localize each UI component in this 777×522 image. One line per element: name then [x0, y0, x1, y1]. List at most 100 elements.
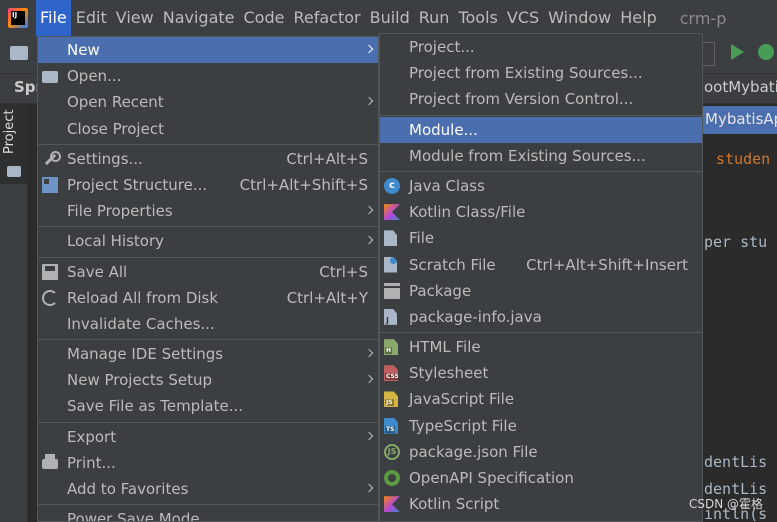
javascript-file-icon: JS — [384, 391, 398, 408]
new-project-from-vcs[interactable]: Project from Version Control... — [380, 86, 702, 112]
file-menu: New Open... Open Recent Close Project Se… — [37, 36, 379, 522]
open-folder-icon[interactable] — [10, 46, 28, 60]
new-javascript-file[interactable]: JS JavaScript File — [380, 386, 702, 412]
openapi-icon — [384, 470, 400, 486]
new-file[interactable]: File — [380, 225, 702, 251]
project-structure-icon — [42, 176, 58, 193]
new-project-from-existing-sources[interactable]: Project from Existing Sources... — [380, 60, 702, 86]
file-menu-close-project[interactable]: Close Project — [38, 116, 378, 142]
file-menu-print[interactable]: Print... — [38, 450, 378, 476]
menu-edit[interactable]: Edit — [72, 0, 111, 36]
new-scratch-file[interactable]: Scratch File Ctrl+Alt+Shift+Insert — [380, 252, 702, 278]
editor-tab-active[interactable]: MybatisAp — [703, 106, 777, 134]
window-title: crm-p — [679, 8, 727, 28]
typescript-file-icon: TS — [384, 417, 398, 434]
file-menu-new-projects-setup[interactable]: New Projects Setup — [38, 367, 378, 393]
menu-vcs[interactable]: VCS — [503, 0, 543, 36]
new-package[interactable]: Package — [380, 278, 702, 304]
kotlin-icon — [384, 204, 400, 221]
menu-help[interactable]: Help — [616, 0, 660, 36]
editor-tab-label: MybatisAp — [705, 110, 777, 128]
java-class-icon: c — [384, 177, 400, 194]
new-package-info[interactable]: package-info.java — [380, 304, 702, 330]
menu-bar: IJ File Edit View Navigate Code Refactor… — [0, 0, 777, 36]
new-module[interactable]: Module... — [380, 116, 702, 143]
file-menu-file-properties[interactable]: File Properties — [38, 198, 378, 224]
project-folder-icon — [7, 166, 21, 177]
submenu-arrow-icon — [364, 375, 374, 384]
submenu-arrow-icon — [364, 431, 374, 440]
new-openapi-specification[interactable]: OpenAPI Specification — [380, 465, 702, 491]
file-menu-manage-ide-settings[interactable]: Manage IDE Settings — [38, 341, 378, 367]
wrench-icon — [42, 150, 61, 167]
file-menu-settings[interactable]: Settings... Ctrl+Alt+S — [38, 146, 378, 172]
file-menu-power-save-mode[interactable]: Power Save Mode — [38, 506, 378, 521]
menu-separator — [38, 256, 378, 258]
file-menu-save-as-template[interactable]: Save File as Template... — [38, 393, 378, 419]
watermark: CSDN @霍格 — [688, 497, 763, 511]
file-menu-save-all[interactable]: Save All Ctrl+S — [38, 259, 378, 285]
menu-separator — [380, 114, 702, 116]
html-file-icon: H — [384, 339, 398, 356]
intellij-logo-icon: IJ — [8, 8, 28, 28]
menu-separator — [38, 421, 378, 423]
new-html-file[interactable]: H HTML File — [380, 334, 702, 360]
file-menu-invalidate-caches[interactable]: Invalidate Caches... — [38, 311, 378, 337]
submenu-arrow-icon — [364, 348, 374, 358]
menu-run[interactable]: Run — [415, 0, 454, 36]
file-menu-project-structure[interactable]: Project Structure... Ctrl+Alt+Shift+S — [38, 172, 378, 198]
submenu-arrow-icon — [364, 97, 374, 106]
file-menu-reload[interactable]: Reload All from Disk Ctrl+Alt+Y — [38, 285, 378, 311]
new-project[interactable]: Project... — [380, 34, 702, 60]
code-line: dentLis — [704, 453, 768, 471]
new-kotlin-class[interactable]: Kotlin Class/File — [380, 199, 702, 225]
kotlin-script-icon — [384, 496, 400, 513]
project-tool-tab-label: Project — [2, 109, 17, 154]
menu-view[interactable]: View — [112, 0, 158, 36]
file-menu-local-history[interactable]: Local History — [38, 228, 378, 254]
menu-refactor[interactable]: Refactor — [289, 0, 364, 36]
submenu-arrow-icon — [364, 205, 374, 215]
new-typescript-file[interactable]: TS TypeScript File — [380, 413, 702, 439]
menu-file[interactable]: File — [36, 0, 71, 36]
debug-icon[interactable] — [758, 44, 774, 60]
nav-file-label[interactable]: ootMybati — [704, 78, 777, 96]
menu-navigate[interactable]: Navigate — [159, 0, 239, 36]
menu-tools[interactable]: Tools — [454, 0, 501, 36]
file-menu-open-recent[interactable]: Open Recent — [38, 89, 378, 115]
menu-window[interactable]: Window — [544, 0, 615, 36]
scratch-file-icon — [384, 256, 397, 273]
file-icon — [384, 230, 397, 247]
file-menu-export[interactable]: Export — [38, 424, 378, 450]
new-java-class[interactable]: c Java Class — [380, 173, 702, 199]
file-menu-add-to-favorites[interactable]: Add to Favorites — [38, 476, 378, 502]
code-line: studen — [716, 150, 771, 168]
new-stylesheet[interactable]: CSS Stylesheet — [380, 360, 702, 386]
menu-separator — [38, 143, 378, 145]
menu-separator — [38, 226, 378, 228]
package-info-icon — [384, 308, 397, 325]
menu-separator — [38, 339, 378, 341]
new-module-from-existing-sources[interactable]: Module from Existing Sources... — [380, 143, 702, 169]
submenu-arrow-icon — [364, 44, 374, 54]
menu-code[interactable]: Code — [240, 0, 289, 36]
new-kotlin-script[interactable]: Kotlin Script — [380, 491, 702, 517]
code-line: per stu — [704, 233, 768, 251]
new-submenu: Project... Project from Existing Sources… — [379, 33, 703, 522]
submenu-arrow-icon — [364, 236, 374, 245]
package-icon — [384, 282, 400, 299]
package-json-icon: JS — [384, 443, 400, 460]
save-icon — [42, 263, 58, 280]
file-menu-new[interactable]: New — [38, 37, 378, 64]
menu-build[interactable]: Build — [366, 0, 414, 36]
folder-icon — [42, 71, 58, 84]
project-tool-tab[interactable]: Project — [0, 104, 28, 184]
css-file-icon: CSS — [384, 365, 398, 382]
new-package-json[interactable]: JS package.json File — [380, 439, 702, 465]
menu-separator — [380, 332, 702, 334]
submenu-arrow-icon — [364, 483, 374, 493]
file-menu-open[interactable]: Open... — [38, 63, 378, 89]
run-icon[interactable] — [731, 44, 744, 60]
menu-separator — [380, 170, 702, 172]
printer-icon — [42, 453, 58, 469]
